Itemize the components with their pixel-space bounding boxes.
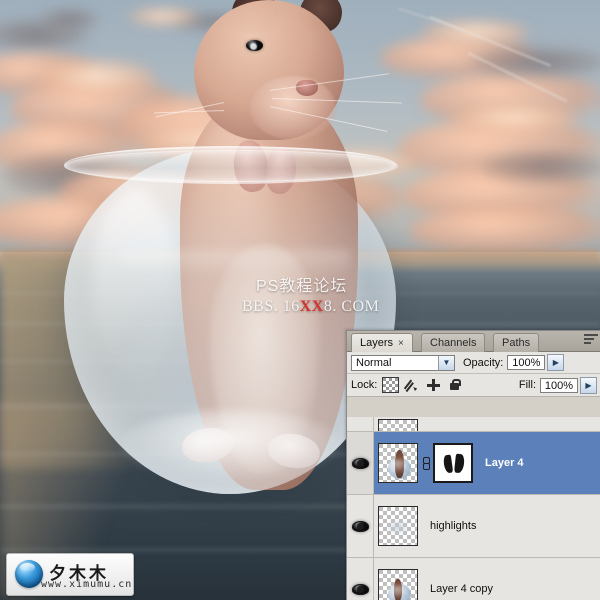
logo-orb-icon — [15, 560, 43, 588]
eye-pupil — [356, 459, 364, 467]
panel-menu-icon[interactable] — [584, 334, 598, 346]
fill-slider-arrow-icon[interactable]: ▶ — [580, 376, 597, 394]
layer-visibility-toggle[interactable] — [347, 495, 374, 557]
close-icon[interactable]: × — [398, 338, 404, 349]
table-row[interactable]: highlights — [347, 495, 600, 558]
layer-name[interactable]: Layer 4 copy — [430, 583, 493, 595]
lock-label: Lock: — [351, 379, 378, 391]
layer-visibility-toggle[interactable] — [347, 417, 374, 431]
layer-thumbnail[interactable] — [378, 506, 418, 546]
layer-thumbnail[interactable] — [378, 569, 418, 600]
cloud — [40, 8, 100, 30]
lock-row: Lock: Fill: 100% ▶ — [347, 374, 600, 397]
lock-all-icon[interactable] — [447, 378, 462, 392]
mask-link-icon[interactable] — [421, 456, 430, 470]
table-row[interactable] — [347, 417, 600, 432]
layer-visibility-toggle[interactable] — [347, 558, 374, 600]
eye-icon[interactable] — [351, 583, 369, 595]
layers-panel: Layers × Channels Paths Normal ▼ Opacity:… — [346, 330, 600, 600]
cloud — [410, 206, 600, 256]
fill-group: Fill: 100% ▶ — [511, 376, 597, 394]
panel-tab-strip: Layers × Channels Paths — [347, 331, 600, 352]
lock-transparent-pixels-icon[interactable] — [382, 377, 400, 393]
layer-name[interactable]: Layer 4 — [485, 457, 524, 469]
cloud — [36, 60, 156, 96]
eye-icon[interactable] — [351, 520, 369, 532]
cloud — [420, 20, 530, 46]
table-row[interactable]: Layer 4 — [347, 432, 600, 495]
cloud — [448, 104, 578, 134]
screenshot-canvas: PS教程论坛 BBS. 16XX8. COM 夕木木 www.ximumu.cn… — [0, 0, 600, 600]
opacity-slider-arrow-icon[interactable]: ▶ — [547, 354, 565, 371]
fishbowl-rim-line — [64, 150, 398, 182]
opacity-label: Opacity: — [463, 356, 504, 369]
table-row[interactable]: Layer 4 copy — [347, 558, 600, 600]
layer-thumbnail[interactable] — [378, 419, 418, 431]
eye-icon[interactable] — [351, 457, 369, 469]
blend-mode-select[interactable]: Normal ▼ — [351, 354, 455, 371]
site-logo-badge: 夕木木 www.ximumu.cn — [6, 553, 134, 596]
layer-mask-thumbnail[interactable] — [433, 443, 473, 483]
lock-position-icon[interactable] — [426, 378, 441, 392]
logo-url: www.ximumu.cn — [41, 579, 133, 590]
thumb-highlight — [389, 585, 409, 599]
layer-visibility-toggle[interactable] — [347, 432, 374, 494]
thumb-highlight — [389, 459, 409, 473]
tab-layers-label: Layers — [360, 337, 394, 349]
cloud — [480, 150, 600, 184]
thumb-faint-shape — [387, 520, 411, 536]
tab-paths[interactable]: Paths — [493, 333, 540, 352]
layer-name[interactable]: highlights — [430, 520, 476, 532]
tab-paths-label: Paths — [502, 337, 531, 349]
layer-thumbnail[interactable] — [378, 443, 418, 483]
blend-options-row: Normal ▼ Opacity: 100% ▶ — [347, 352, 600, 374]
opacity-input[interactable]: 100% — [507, 355, 546, 370]
tab-channels-label: Channels — [430, 337, 477, 349]
mask-shape — [442, 454, 454, 474]
eye-pupil — [356, 585, 364, 593]
fishbowl-reflection-band — [120, 250, 350, 276]
layers-list[interactable]: Layer 4 highlights Layer 4 copy — [347, 417, 600, 600]
tab-layers[interactable]: Layers × — [351, 333, 413, 352]
hamster-eye-highlight — [250, 43, 257, 50]
chevron-down-icon[interactable]: ▼ — [438, 355, 454, 370]
eye-pupil — [356, 522, 364, 530]
fishbowl-bottom-glow — [120, 410, 340, 480]
hamster-muzzle — [250, 76, 336, 140]
tab-channels[interactable]: Channels — [421, 333, 486, 352]
hamster-nose — [296, 80, 318, 96]
fill-input[interactable]: 100% — [540, 377, 578, 393]
mask-shape — [454, 453, 465, 474]
lock-image-pixels-icon[interactable] — [405, 378, 420, 392]
blend-mode-value: Normal — [356, 356, 392, 369]
fill-label: Fill: — [518, 379, 536, 391]
